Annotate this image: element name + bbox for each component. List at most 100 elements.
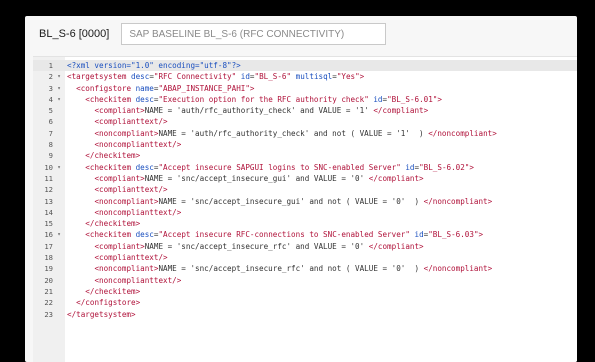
- line-number: 9: [48, 151, 53, 161]
- code-text: <targetsystem desc="RFC Connectivity" id…: [67, 71, 364, 82]
- code-line[interactable]: 6 <complianttext/>: [33, 116, 577, 127]
- code-line[interactable]: 13 <noncompliant>NAME = 'snc/accept_inse…: [33, 196, 577, 207]
- code-token: "Yes": [336, 72, 360, 82]
- code-token: "ABAP_INSTANCE_PAHI": [158, 83, 250, 93]
- code-token: </checkitem>: [85, 286, 141, 296]
- code-line[interactable]: 18 <complianttext/>: [33, 252, 577, 263]
- code-token: <noncompliant>: [94, 128, 159, 138]
- code-line[interactable]: 14 <noncomplianttext/>: [33, 207, 577, 218]
- object-id-label: BL_S-6 [0000]: [39, 28, 110, 40]
- code-token: <configstore: [76, 83, 136, 93]
- code-line[interactable]: 12 <complianttext/>: [33, 184, 577, 195]
- code-text: <?xml version="1.0" encoding="utf-8"?>: [67, 60, 241, 71]
- code-token: NAME = 'snc/accept_insecure_rfc' and not…: [158, 264, 424, 274]
- code-token: desc: [131, 72, 150, 82]
- code-line[interactable]: 11 <compliant>NAME = 'snc/accept_insecur…: [33, 173, 577, 184]
- code-token: name: [135, 83, 154, 93]
- code-token: "BL_S-6": [254, 72, 296, 82]
- code-line[interactable]: 21 </checkitem>: [33, 286, 577, 297]
- code-token: "Accept insecure RFC-connections to SNC-…: [158, 230, 415, 240]
- code-line[interactable]: 23 </targetsystem>: [33, 309, 577, 320]
- line-number: 6: [48, 117, 53, 127]
- code-token: "BL_S-6.01": [387, 94, 438, 104]
- fold-toggle-icon[interactable]: ▾: [55, 71, 63, 82]
- line-number: 3: [48, 83, 53, 93]
- code-token: </compliant>: [368, 241, 424, 251]
- fold-toggle-icon[interactable]: ▾: [55, 94, 63, 105]
- code-line[interactable]: 19 <noncompliant>NAME = 'snc/accept_inse…: [33, 263, 577, 274]
- code-text: <noncompliant>NAME = 'auth/rfc_authority…: [67, 128, 496, 139]
- line-number: 16: [44, 230, 53, 240]
- code-token: <complianttext/>: [94, 253, 168, 263]
- code-text: </targetsystem>: [67, 309, 136, 320]
- code-text: <compliant>NAME = 'snc/accept_insecure_r…: [67, 241, 424, 252]
- code-line[interactable]: 15 </checkitem>: [33, 218, 577, 229]
- line-number: 18: [44, 253, 53, 263]
- code-token: desc: [135, 162, 154, 172]
- code-token: id: [414, 230, 424, 240]
- line-number: 19: [44, 264, 53, 274]
- code-line[interactable]: 4 ▾ <checkitem desc="Execution option for…: [33, 94, 577, 105]
- code-token: </compliant>: [373, 106, 429, 116]
- code-token: <complianttext/>: [94, 117, 168, 127]
- code-text: </checkitem>: [67, 150, 140, 161]
- code-token: </checkitem>: [85, 151, 141, 161]
- line-number: 11: [44, 173, 53, 183]
- baseline-panel: BL_S-6 [0000] 1 <?xml version="1.0" encod…: [25, 16, 577, 362]
- fold-toggle-icon[interactable]: ▾: [55, 83, 63, 94]
- code-token: >: [249, 83, 255, 93]
- code-text: <checkitem desc="Accept insecure RFC-con…: [67, 229, 483, 240]
- code-token: <noncomplianttext/>: [94, 207, 182, 217]
- code-line[interactable]: 16 ▾ <checkitem desc="Accept insecure RFC…: [33, 229, 577, 240]
- code-token: <checkitem: [85, 94, 136, 104]
- code-line[interactable]: 7 <noncompliant>NAME = 'auth/rfc_authori…: [33, 128, 577, 139]
- code-text: <complianttext/>: [67, 184, 168, 195]
- code-line[interactable]: 17 <compliant>NAME = 'snc/accept_insecur…: [33, 241, 577, 252]
- line-number: 17: [44, 241, 53, 251]
- code-token: <complianttext/>: [94, 185, 168, 195]
- code-line[interactable]: 2 ▾ <targetsystem desc="RFC Connectivity" …: [33, 71, 577, 82]
- description-field[interactable]: [121, 23, 387, 45]
- code-token: <compliant>: [94, 173, 145, 183]
- code-token: "BL_S-6.02": [419, 162, 470, 172]
- line-number: 21: [44, 286, 53, 296]
- line-number: 8: [48, 140, 53, 150]
- code-text: </checkitem>: [67, 218, 140, 229]
- code-line[interactable]: 5 <compliant>NAME = 'auth/rfc_authority_…: [33, 105, 577, 116]
- code-token: <targetsystem: [67, 72, 132, 82]
- code-token: <checkitem: [85, 230, 136, 240]
- code-token: desc: [135, 230, 154, 240]
- code-token: "Execution option for the RFC authority …: [158, 94, 374, 104]
- code-token: </configstore>: [76, 298, 141, 308]
- line-number: 2: [48, 72, 53, 82]
- code-token: <checkitem: [85, 162, 136, 172]
- code-line[interactable]: 3 ▾ <configstore name="ABAP_INSTANCE_PAHI…: [33, 83, 577, 94]
- code-line[interactable]: 10 ▾ <checkitem desc="Accept insecure SAP…: [33, 162, 577, 173]
- code-line[interactable]: 9 </checkitem>: [33, 150, 577, 161]
- xml-code-editor[interactable]: 1 <?xml version="1.0" encoding="utf-8"?> 2…: [33, 56, 577, 362]
- code-token: </checkitem>: [85, 219, 141, 229]
- line-number: 4: [48, 94, 53, 104]
- code-line[interactable]: 8 <noncomplianttext/>: [33, 139, 577, 150]
- fold-toggle-icon[interactable]: ▾: [55, 162, 63, 173]
- code-token: NAME = 'snc/accept_insecure_gui' and VAL…: [144, 173, 369, 183]
- code-token: <noncompliant>: [94, 196, 159, 206]
- code-token: >: [478, 230, 484, 240]
- code-token: </noncompliant>: [423, 196, 493, 206]
- code-token: >: [437, 94, 442, 104]
- fold-toggle-icon[interactable]: ▾: [55, 229, 63, 240]
- code-token: <noncompliant>: [94, 264, 159, 274]
- code-text: <complianttext/>: [67, 252, 168, 263]
- code-token: NAME = 'snc/accept_insecure_gui' and not…: [158, 196, 424, 206]
- line-number: 20: [44, 275, 53, 285]
- code-token: <compliant>: [94, 241, 145, 251]
- code-line[interactable]: 20 <noncomplianttext/>: [33, 275, 577, 286]
- code-line[interactable]: 22 </configstore>: [33, 297, 577, 308]
- code-token: NAME = 'auth/rfc_authority_check' and VA…: [144, 106, 374, 116]
- code-token: <noncomplianttext/>: [94, 140, 182, 150]
- code-token: id: [240, 72, 250, 82]
- code-text: <compliant>NAME = 'auth/rfc_authority_ch…: [67, 105, 428, 116]
- line-number: 22: [44, 298, 53, 308]
- line-number: 1: [48, 61, 53, 70]
- code-line[interactable]: 1 <?xml version="1.0" encoding="utf-8"?>: [33, 60, 577, 72]
